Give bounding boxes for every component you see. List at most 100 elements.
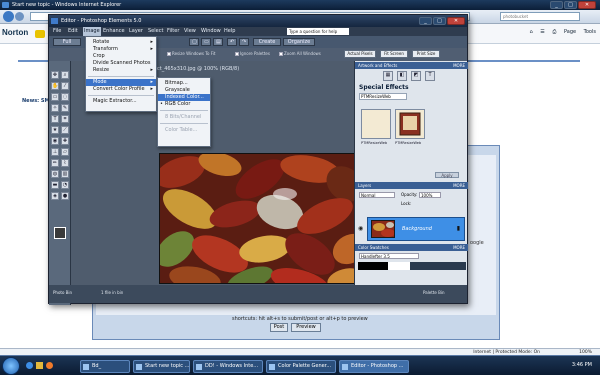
cookie-cutter-tool-icon[interactable]: ★ [51,126,59,134]
start-button[interactable] [2,357,20,375]
type-tool-icon[interactable]: T [51,115,59,123]
apply-button[interactable]: Apply [435,172,459,178]
image-menu-rotate[interactable]: Rotate ▸ [86,39,156,46]
eraser-tool-icon[interactable]: ▱ [61,148,69,156]
straighten-tool-icon[interactable]: ⟋ [61,126,69,134]
mode-grayscale[interactable]: Grayscale [158,87,210,94]
blend-mode-select[interactable]: Normal [359,192,395,198]
system-clock[interactable]: 3:46 PM [572,362,592,368]
eyedropper-tool-icon[interactable]: ⁄ [61,82,69,90]
gradient-tool-icon[interactable]: ▥ [61,170,69,178]
undo-icon[interactable]: ↶ [227,38,237,46]
print-size-button[interactable]: Print Size [412,50,440,58]
text-effects-tab-icon[interactable]: T [425,71,435,81]
menu-file[interactable]: File [53,27,61,36]
image-menu-magic-extractor[interactable]: Magic Extractor... [86,98,156,105]
autumn-leaves-photo[interactable] [159,153,356,284]
save-icon[interactable]: ▤ [213,38,223,46]
menu-select[interactable]: Select [148,27,163,36]
swatches-library-select[interactable]: Handlefter 3.5 [359,253,419,259]
shape-tool-icon[interactable]: ▬ [51,181,59,189]
brush-tool-icon[interactable]: ⌇ [61,159,69,167]
zoom-all-checkbox[interactable] [279,52,283,56]
menu-image[interactable]: Image [83,27,101,36]
image-menu-resize[interactable]: Resize ▸ [86,67,156,74]
background-layer-row[interactable]: ◉ Background ▮ [358,217,465,241]
menu-filter[interactable]: Filter [167,27,179,36]
taskbar-item-photoshop[interactable]: Editor - Photoshop ... [339,360,409,373]
taskbar-item-bd[interactable]: Bd_ [80,360,130,373]
pse-maximize-button[interactable]: □ [433,17,446,25]
minimize-button[interactable]: _ [550,1,563,9]
ignore-palettes-checkbox[interactable] [235,52,239,56]
taskbar-item-color-palette[interactable]: Color Palette Gener... [266,360,336,373]
forward-button[interactable] [15,12,24,21]
zoom-all-option[interactable]: Zoom All Windows [279,51,321,56]
image-menu-mode[interactable]: Mode ▸ [86,79,156,86]
menu-window[interactable]: Window [201,27,221,36]
effect-thumbnail-2[interactable] [395,109,425,139]
mode-rgb-color[interactable]: • RGB Color [158,101,210,108]
actual-pixels-button[interactable]: Actual Pixels [344,50,376,58]
image-menu-transform[interactable]: Transform ▸ [86,46,156,53]
resize-windows-checkbox[interactable] [167,52,171,56]
resize-windows-option[interactable]: Resize Windows To Fit [167,51,215,56]
menu-enhance[interactable]: Enhance [103,27,125,36]
print-icon[interactable]: ⎙ [552,29,556,35]
swatch-strip[interactable] [358,262,466,270]
crop-tool-icon[interactable]: ⌗ [61,115,69,123]
fit-screen-button[interactable]: Fit Screen [380,50,408,58]
color-swatches-title[interactable]: Color Swatches MORE [355,244,468,251]
post-button[interactable]: Post [270,323,288,332]
menu-help[interactable]: Help [224,27,235,36]
effect-thumbnail-1[interactable] [361,109,391,139]
photo-bin-toggle[interactable]: Photo Bin [53,290,72,295]
effects-tab-icon[interactable]: ◧ [397,71,407,81]
clone-stamp-tool-icon[interactable]: ⊥ [51,148,59,156]
effects-category-select[interactable]: PTMResizeWeb [359,93,407,100]
zoom-tool-icon[interactable]: ⌕ [61,71,69,79]
menu-layer[interactable]: Layer [129,27,143,36]
artwork-tab-icon[interactable]: ▦ [383,71,393,81]
redo-icon[interactable]: ↷ [239,38,249,46]
image-menu-divide[interactable]: Divide Scanned Photos [86,60,156,67]
visibility-eye-icon[interactable]: ◉ [358,225,363,232]
quicklaunch-folder-icon[interactable] [36,362,43,369]
artwork-effects-title[interactable]: Artwork and Effects MORE [355,62,468,69]
healing-brush-tool-icon[interactable]: ✚ [61,137,69,145]
paint-bucket-tool-icon[interactable]: ◍ [51,170,59,178]
menu-view[interactable]: View [184,27,196,36]
preview-button[interactable]: Preview [291,323,321,332]
pse-close-button[interactable]: ✕ [447,17,465,25]
feeds-icon[interactable]: ☰ [540,29,544,35]
open-icon[interactable]: ▭ [201,38,211,46]
swatch-dark[interactable] [410,262,466,270]
page-menu[interactable]: Page [564,29,576,35]
layers-title[interactable]: Layers MORE [355,182,468,189]
blur-tool-icon[interactable]: ◔ [61,181,69,189]
sponge-tool-icon[interactable]: ◈ [51,192,59,200]
artwork-more-button[interactable]: MORE [453,62,465,69]
palette-bin-toggle[interactable]: Palette Bin [423,290,445,295]
filters-tab-icon[interactable]: ◩ [411,71,421,81]
norton-badge-icon[interactable] [35,30,45,38]
swatch-white[interactable] [388,262,410,270]
help-search-input[interactable]: Type a question for help [287,28,349,35]
quicklaunch-ie-icon[interactable] [26,362,33,369]
swatches-more-button[interactable]: MORE [453,244,465,251]
foreground-color-swatch[interactable] [54,227,66,239]
back-button[interactable] [3,11,14,22]
image-menu-convert-profile[interactable]: Convert Color Profile ▸ [86,86,156,93]
lasso-tool-icon[interactable]: ◌ [61,93,69,101]
search-input[interactable]: photobucket [500,12,580,21]
ignore-palettes-option[interactable]: Ignore Palettes [235,51,270,56]
create-button[interactable]: Create [253,38,281,46]
full-edit-button[interactable]: Full [53,38,81,46]
tools-menu[interactable]: Tools [584,29,596,35]
home-icon[interactable]: ⌂ [530,29,533,35]
dodge-tool-icon[interactable]: ● [61,192,69,200]
new-icon[interactable]: ▢ [189,38,199,46]
marquee-tool-icon[interactable]: ▭ [51,93,59,101]
menu-edit[interactable]: Edit [68,27,78,36]
pse-minimize-button[interactable]: _ [419,17,432,25]
